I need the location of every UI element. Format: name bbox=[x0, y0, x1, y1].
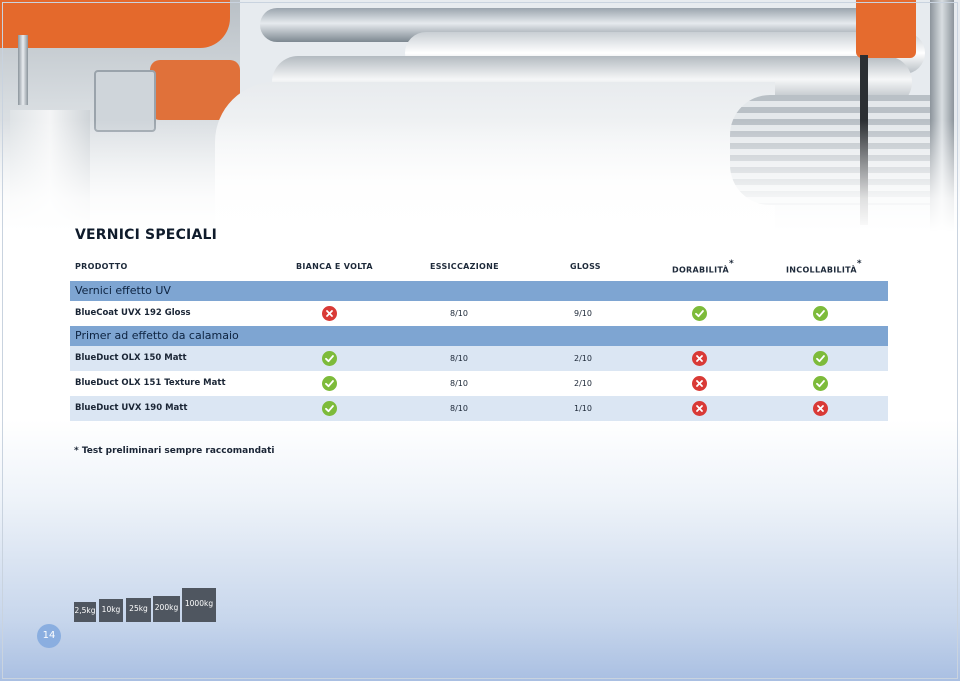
group-label: Vernici effetto UV bbox=[75, 284, 171, 297]
product-table: PRODOTTO BIANCA E VOLTA ESSICCAZIONE GLO… bbox=[70, 257, 888, 421]
table-header: PRODOTTO BIANCA E VOLTA ESSICCAZIONE GLO… bbox=[70, 257, 888, 275]
group-header: Primer ad effetto da calamaio bbox=[70, 326, 888, 346]
x-circle-icon bbox=[691, 401, 707, 416]
essiccazione-value: 8/10 bbox=[450, 404, 468, 413]
check-circle-icon bbox=[321, 401, 337, 416]
package-size-badge: 200kg bbox=[153, 596, 180, 622]
essiccazione-value: 8/10 bbox=[450, 354, 468, 363]
header-product: PRODOTTO bbox=[75, 262, 128, 271]
check-circle-icon bbox=[321, 376, 337, 391]
check-circle-icon bbox=[812, 376, 828, 391]
package-size-label: 200kg bbox=[154, 603, 179, 612]
gloss-value: 2/10 bbox=[574, 354, 592, 363]
essiccazione-value: 8/10 bbox=[450, 309, 468, 318]
check-circle-icon bbox=[812, 351, 828, 366]
product-name: BlueDuct OLX 151 Texture Matt bbox=[75, 378, 226, 388]
header-durabilita: DORABILITÀ* bbox=[672, 259, 734, 275]
package-size-label: 10kg bbox=[101, 604, 121, 614]
header-photo bbox=[0, 0, 960, 232]
page-number: 14 bbox=[37, 624, 61, 648]
gloss-value: 1/10 bbox=[574, 404, 592, 413]
package-size-badge: 1000kg bbox=[182, 588, 216, 622]
product-name: BlueDuct UVX 190 Matt bbox=[75, 403, 188, 413]
table-row: BlueDuct UVX 190 Matt 8/10 1/10 bbox=[70, 396, 888, 421]
gloss-value: 2/10 bbox=[574, 379, 592, 388]
check-circle-icon bbox=[812, 306, 828, 321]
header-essiccazione: ESSICCAZIONE bbox=[430, 262, 499, 271]
page-title: VERNICI SPECIALI bbox=[75, 227, 218, 243]
package-size-label: 2,5kg bbox=[74, 606, 96, 615]
package-size-badge: 2,5kg bbox=[74, 602, 96, 622]
group-header: Vernici effetto UV bbox=[70, 281, 888, 301]
product-name: BlueCoat UVX 192 Gloss bbox=[75, 308, 191, 318]
header-bianca-volta: BIANCA E VOLTA bbox=[296, 262, 373, 271]
product-name: BlueDuct OLX 150 Matt bbox=[75, 353, 187, 363]
header-gloss: GLOSS bbox=[570, 262, 601, 271]
x-circle-icon bbox=[691, 376, 707, 391]
essiccazione-value: 8/10 bbox=[450, 379, 468, 388]
check-circle-icon bbox=[321, 351, 337, 366]
x-circle-icon bbox=[691, 351, 707, 366]
package-size-label: 1000kg bbox=[184, 599, 214, 608]
header-incollabilita: INCOLLABILITÀ* bbox=[786, 259, 862, 275]
x-circle-icon bbox=[321, 306, 337, 321]
x-circle-icon bbox=[812, 401, 828, 416]
package-size-badge: 25kg bbox=[126, 598, 151, 622]
table-row: BlueDuct OLX 151 Texture Matt 8/10 2/10 bbox=[70, 371, 888, 396]
group-label: Primer ad effetto da calamaio bbox=[75, 329, 239, 342]
package-size-badge: 10kg bbox=[99, 599, 123, 622]
check-circle-icon bbox=[691, 306, 707, 321]
table-row: BlueCoat UVX 192 Gloss 8/10 9/10 bbox=[70, 301, 888, 326]
package-size-label: 25kg bbox=[129, 604, 148, 613]
footnote: * Test preliminari sempre raccomandati bbox=[74, 446, 275, 456]
table-row: BlueDuct OLX 150 Matt 8/10 2/10 bbox=[70, 346, 888, 371]
gloss-value: 9/10 bbox=[574, 309, 592, 318]
